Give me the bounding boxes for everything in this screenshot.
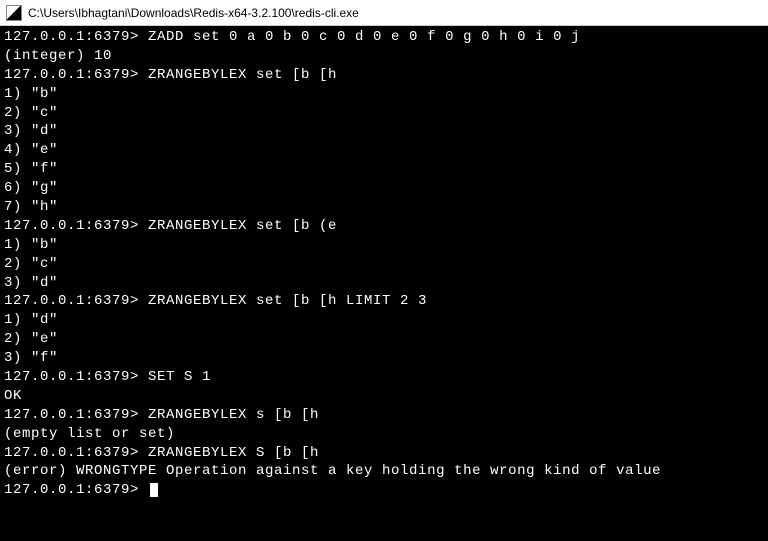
terminal-line: 4) "e" (4, 141, 764, 160)
cursor (150, 483, 158, 497)
terminal-line: 2) "c" (4, 255, 764, 274)
terminal-line: 127.0.0.1:6379> ZRANGEBYLEX s [b [h (4, 406, 764, 425)
terminal-line: (integer) 10 (4, 47, 764, 66)
terminal-line: 1) "b" (4, 85, 764, 104)
terminal-line: 127.0.0.1:6379> ZADD set 0 a 0 b 0 c 0 d… (4, 28, 764, 47)
terminal-line: 127.0.0.1:6379> ZRANGEBYLEX set [b [h LI… (4, 292, 764, 311)
terminal-prompt: 127.0.0.1:6379> (4, 482, 148, 498)
terminal-line: 127.0.0.1:6379> (4, 481, 764, 500)
terminal-line: OK (4, 387, 764, 406)
terminal-line: 3) "d" (4, 122, 764, 141)
terminal-line: 1) "b" (4, 236, 764, 255)
terminal-line: 3) "d" (4, 274, 764, 293)
terminal-line: 2) "c" (4, 104, 764, 123)
window-title-bar[interactable]: C:\Users\Ibhagtani\Downloads\Redis-x64-3… (0, 0, 768, 26)
terminal-line: 6) "g" (4, 179, 764, 198)
app-icon (6, 5, 22, 21)
terminal-line: 2) "e" (4, 330, 764, 349)
terminal-line: 1) "d" (4, 311, 764, 330)
terminal-line: 127.0.0.1:6379> ZRANGEBYLEX set [b (e (4, 217, 764, 236)
window-title: C:\Users\Ibhagtani\Downloads\Redis-x64-3… (28, 6, 359, 20)
terminal-line: 127.0.0.1:6379> ZRANGEBYLEX S [b [h (4, 444, 764, 463)
terminal-line: 5) "f" (4, 160, 764, 179)
terminal-output[interactable]: 127.0.0.1:6379> ZADD set 0 a 0 b 0 c 0 d… (0, 26, 768, 541)
terminal-line: (error) WRONGTYPE Operation against a ke… (4, 462, 764, 481)
terminal-line: 127.0.0.1:6379> SET S 1 (4, 368, 764, 387)
terminal-line: 127.0.0.1:6379> ZRANGEBYLEX set [b [h (4, 66, 764, 85)
terminal-line: 7) "h" (4, 198, 764, 217)
terminal-line: 3) "f" (4, 349, 764, 368)
terminal-line: (empty list or set) (4, 425, 764, 444)
